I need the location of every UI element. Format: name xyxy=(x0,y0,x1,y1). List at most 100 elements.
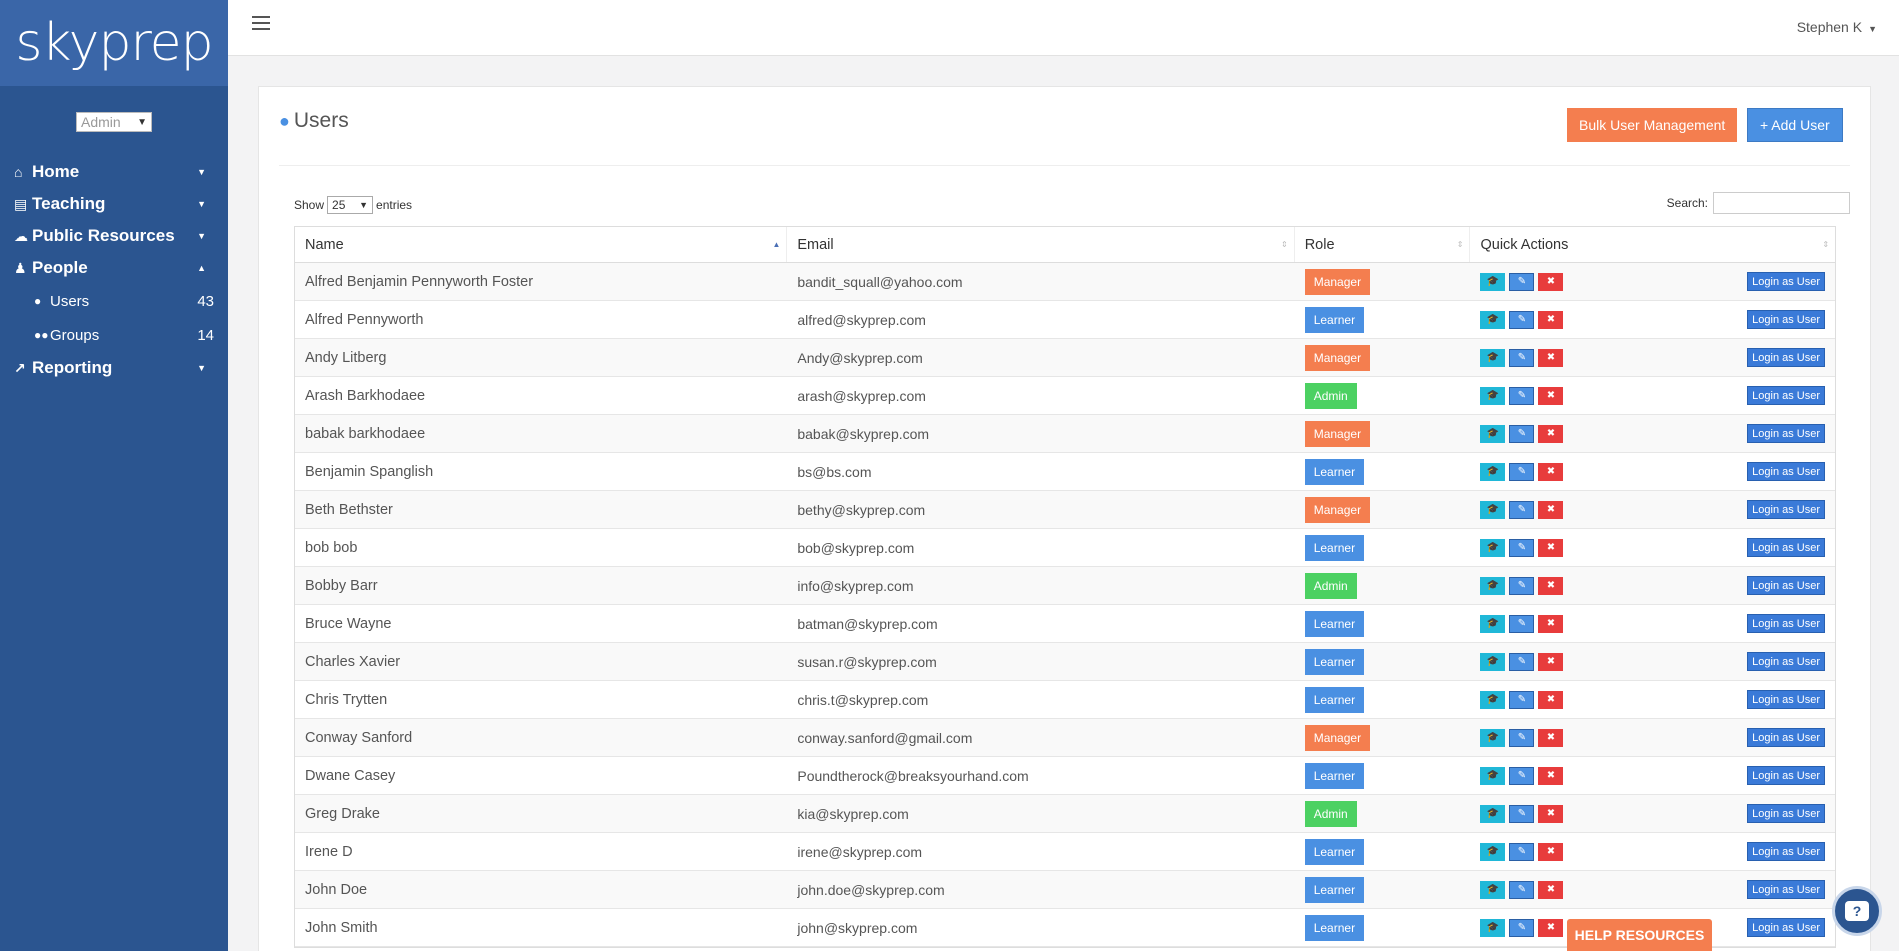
close-icon[interactable]: ✖ xyxy=(1538,272,1564,291)
graduation-cap-icon[interactable]: 🎓 xyxy=(1480,652,1506,671)
graduation-cap-icon[interactable]: 🎓 xyxy=(1480,804,1506,823)
user-name-cell[interactable]: Andy Litberg xyxy=(295,339,787,376)
graduation-cap-icon[interactable]: 🎓 xyxy=(1480,272,1506,291)
graduation-cap-icon[interactable]: 🎓 xyxy=(1480,386,1506,405)
hamburger-menu-icon[interactable] xyxy=(252,16,270,34)
close-icon[interactable]: ✖ xyxy=(1538,842,1564,861)
user-name-cell[interactable]: Beth Bethster xyxy=(295,491,787,528)
login-as-user-button[interactable]: Login as User xyxy=(1747,690,1826,709)
pencil-icon[interactable]: ✎ xyxy=(1509,918,1535,937)
pencil-icon[interactable]: ✎ xyxy=(1509,424,1535,443)
close-icon[interactable]: ✖ xyxy=(1538,728,1564,747)
pencil-icon[interactable]: ✎ xyxy=(1509,500,1535,519)
login-as-user-button[interactable]: Login as User xyxy=(1747,538,1826,557)
close-icon[interactable]: ✖ xyxy=(1538,348,1564,367)
user-name-cell[interactable]: Bobby Barr xyxy=(295,567,787,604)
user-name-cell[interactable]: Charles Xavier xyxy=(295,643,787,680)
help-chat-button[interactable]: ? xyxy=(1832,886,1882,936)
login-as-user-button[interactable]: Login as User xyxy=(1747,652,1826,671)
pencil-icon[interactable]: ✎ xyxy=(1509,766,1535,785)
user-name-cell[interactable]: Chris Trytten xyxy=(295,681,787,718)
user-menu[interactable]: Stephen K ▼ xyxy=(1797,19,1877,35)
user-name-cell[interactable]: Alfred Benjamin Pennyworth Foster xyxy=(295,263,787,300)
graduation-cap-icon[interactable]: 🎓 xyxy=(1480,462,1506,481)
graduation-cap-icon[interactable]: 🎓 xyxy=(1480,690,1506,709)
sidebar-item-teaching[interactable]: ▤ Teaching ▼ xyxy=(0,188,228,220)
bulk-user-management-button[interactable]: Bulk User Management xyxy=(1567,108,1738,142)
pencil-icon[interactable]: ✎ xyxy=(1509,576,1535,595)
sidebar-item-public-resources[interactable]: ☁ Public Resources ▼ xyxy=(0,220,228,252)
graduation-cap-icon[interactable]: 🎓 xyxy=(1480,728,1506,747)
login-as-user-button[interactable]: Login as User xyxy=(1747,728,1826,747)
graduation-cap-icon[interactable]: 🎓 xyxy=(1480,842,1506,861)
login-as-user-button[interactable]: Login as User xyxy=(1747,880,1826,899)
login-as-user-button[interactable]: Login as User xyxy=(1747,842,1826,861)
sidebar-item-home[interactable]: ⌂ Home ▼ xyxy=(0,156,228,188)
user-name-cell[interactable]: John Smith xyxy=(295,909,787,946)
close-icon[interactable]: ✖ xyxy=(1538,766,1564,785)
login-as-user-button[interactable]: Login as User xyxy=(1747,614,1826,633)
graduation-cap-icon[interactable]: 🎓 xyxy=(1480,880,1506,899)
pencil-icon[interactable]: ✎ xyxy=(1509,652,1535,671)
close-icon[interactable]: ✖ xyxy=(1538,614,1564,633)
user-name-cell[interactable]: Benjamin Spanglish xyxy=(295,453,787,490)
column-header-email[interactable]: Email ⇕ xyxy=(787,227,1295,262)
pencil-icon[interactable]: ✎ xyxy=(1509,386,1535,405)
login-as-user-button[interactable]: Login as User xyxy=(1747,766,1826,785)
login-as-user-button[interactable]: Login as User xyxy=(1747,918,1826,937)
login-as-user-button[interactable]: Login as User xyxy=(1747,500,1826,519)
logo[interactable]: skyprep xyxy=(0,0,228,86)
pencil-icon[interactable]: ✎ xyxy=(1509,462,1535,481)
graduation-cap-icon[interactable]: 🎓 xyxy=(1480,538,1506,557)
user-name-cell[interactable]: Greg Drake xyxy=(295,795,787,832)
user-name-cell[interactable]: Dwane Casey xyxy=(295,757,787,794)
user-name-cell[interactable]: Conway Sanford xyxy=(295,719,787,756)
pencil-icon[interactable]: ✎ xyxy=(1509,804,1535,823)
close-icon[interactable]: ✖ xyxy=(1538,424,1564,443)
login-as-user-button[interactable]: Login as User xyxy=(1747,424,1826,443)
graduation-cap-icon[interactable]: 🎓 xyxy=(1480,500,1506,519)
pencil-icon[interactable]: ✎ xyxy=(1509,614,1535,633)
pencil-icon[interactable]: ✎ xyxy=(1509,272,1535,291)
graduation-cap-icon[interactable]: 🎓 xyxy=(1480,310,1506,329)
close-icon[interactable]: ✖ xyxy=(1538,576,1564,595)
sidebar-item-groups[interactable]: ●● Groups 14 xyxy=(0,318,228,352)
sidebar-item-people[interactable]: ♟ People ▲ xyxy=(0,252,228,284)
pencil-icon[interactable]: ✎ xyxy=(1509,728,1535,747)
search-input[interactable] xyxy=(1713,192,1850,214)
graduation-cap-icon[interactable]: 🎓 xyxy=(1480,614,1506,633)
graduation-cap-icon[interactable]: 🎓 xyxy=(1480,348,1506,367)
close-icon[interactable]: ✖ xyxy=(1538,462,1564,481)
user-name-cell[interactable]: John Doe xyxy=(295,871,787,908)
pencil-icon[interactable]: ✎ xyxy=(1509,690,1535,709)
column-header-name[interactable]: Name ▲ xyxy=(295,227,788,262)
login-as-user-button[interactable]: Login as User xyxy=(1747,804,1826,823)
close-icon[interactable]: ✖ xyxy=(1538,386,1564,405)
login-as-user-button[interactable]: Login as User xyxy=(1747,310,1826,329)
login-as-user-button[interactable]: Login as User xyxy=(1747,576,1826,595)
entries-select[interactable]: 25 ▼ xyxy=(327,196,374,214)
close-icon[interactable]: ✖ xyxy=(1538,880,1564,899)
user-name-cell[interactable]: Irene D xyxy=(295,833,787,870)
close-icon[interactable]: ✖ xyxy=(1538,538,1564,557)
close-icon[interactable]: ✖ xyxy=(1538,652,1564,671)
login-as-user-button[interactable]: Login as User xyxy=(1747,386,1826,405)
graduation-cap-icon[interactable]: 🎓 xyxy=(1480,424,1506,443)
graduation-cap-icon[interactable]: 🎓 xyxy=(1480,576,1506,595)
close-icon[interactable]: ✖ xyxy=(1538,918,1564,937)
add-user-button[interactable]: + Add User xyxy=(1747,108,1843,142)
user-name-cell[interactable]: bob bob xyxy=(295,529,787,566)
help-resources-button[interactable]: HELP RESOURCES xyxy=(1567,919,1712,951)
user-name-cell[interactable]: babak barkhodaee xyxy=(295,415,787,452)
login-as-user-button[interactable]: Login as User xyxy=(1747,462,1826,481)
pencil-icon[interactable]: ✎ xyxy=(1509,880,1535,899)
close-icon[interactable]: ✖ xyxy=(1538,310,1564,329)
user-name-cell[interactable]: Bruce Wayne xyxy=(295,605,787,642)
login-as-user-button[interactable]: Login as User xyxy=(1747,348,1826,367)
graduation-cap-icon[interactable]: 🎓 xyxy=(1480,766,1506,785)
pencil-icon[interactable]: ✎ xyxy=(1509,310,1535,329)
close-icon[interactable]: ✖ xyxy=(1538,690,1564,709)
close-icon[interactable]: ✖ xyxy=(1538,500,1564,519)
pencil-icon[interactable]: ✎ xyxy=(1509,348,1535,367)
user-name-cell[interactable]: Alfred Pennyworth xyxy=(295,301,787,338)
